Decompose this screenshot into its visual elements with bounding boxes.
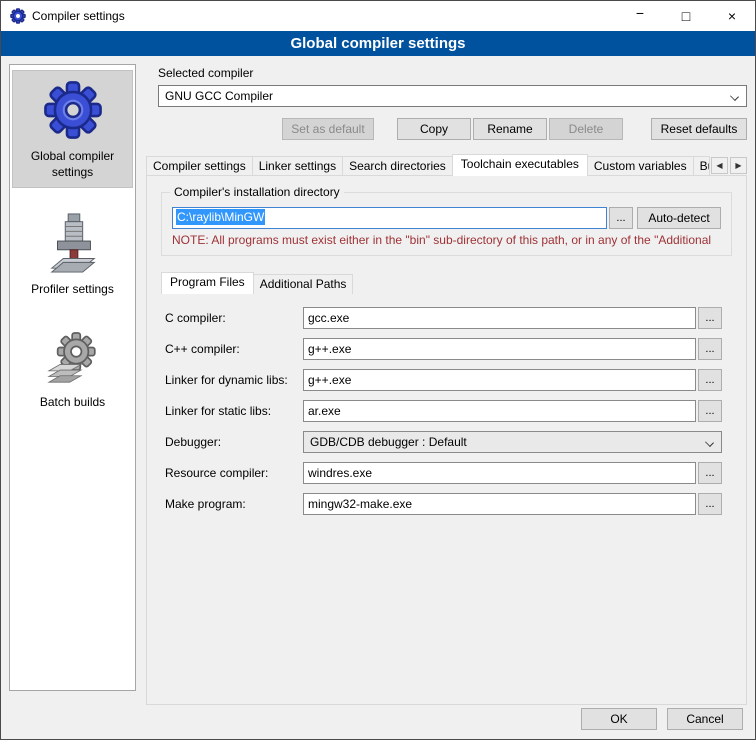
c-compiler-input[interactable]: [303, 307, 696, 329]
subtab-program-files[interactable]: Program Files: [161, 272, 254, 294]
chevron-down-icon: [705, 438, 714, 447]
field-row-debugger: Debugger: GDB/CDB debugger : Default: [165, 431, 722, 453]
sidebar-item-label: Batch builds: [40, 395, 105, 411]
tab-custom-variables[interactable]: Custom variables: [587, 156, 694, 176]
sidebar-item-profiler-settings[interactable]: Profiler settings: [12, 204, 133, 305]
sidebar-item-batch-builds[interactable]: Batch builds: [12, 321, 133, 418]
field-row-linker-static: Linker for static libs: ...: [165, 400, 722, 422]
close-button[interactable]: ×: [709, 1, 755, 31]
field-row-cpp-compiler: C++ compiler: ...: [165, 338, 722, 360]
sidebar-item-label: Global compiler settings: [15, 149, 130, 180]
field-label: C++ compiler:: [165, 342, 303, 356]
browse-button[interactable]: ...: [698, 493, 722, 515]
browse-button[interactable]: ...: [698, 338, 722, 360]
blue-gear-icon: [42, 79, 104, 141]
maximize-button[interactable]: □: [663, 1, 709, 31]
field-label: Linker for static libs:: [165, 404, 303, 418]
tab-toolchain-executables[interactable]: Toolchain executables: [452, 154, 588, 176]
resource-compiler-input[interactable]: [303, 462, 696, 484]
reset-defaults-button[interactable]: Reset defaults: [651, 118, 747, 140]
cancel-button[interactable]: Cancel: [667, 708, 743, 730]
subtab-additional-paths[interactable]: Additional Paths: [253, 274, 354, 294]
field-row-linker-dynamic: Linker for dynamic libs: ...: [165, 369, 722, 391]
set-as-default-button[interactable]: Set as default: [282, 118, 374, 140]
linker-dynamic-input[interactable]: [303, 369, 696, 391]
toolchain-executables-page: Compiler's installation directory C:\ray…: [146, 175, 747, 705]
note-text: NOTE: All programs must exist either in …: [172, 233, 721, 247]
app-icon: [10, 8, 26, 24]
sidebar-item-global-compiler-settings[interactable]: Global compiler settings: [12, 70, 133, 188]
copy-button[interactable]: Copy: [397, 118, 471, 140]
selected-compiler-select[interactable]: GNU GCC Compiler: [158, 85, 747, 107]
debugger-value: GDB/CDB debugger : Default: [310, 435, 467, 449]
make-program-input[interactable]: [303, 493, 696, 515]
installation-directory-group: Compiler's installation directory C:\ray…: [161, 192, 732, 256]
field-label: Make program:: [165, 497, 303, 511]
minimize-button[interactable]: −: [617, 1, 663, 31]
tab-search-directories[interactable]: Search directories: [342, 156, 453, 176]
installation-directory-input[interactable]: C:\raylib\MinGW: [172, 207, 607, 229]
tab-linker-settings[interactable]: Linker settings: [252, 156, 343, 176]
field-label: Linker for dynamic libs:: [165, 373, 303, 387]
selected-text: C:\raylib\MinGW: [176, 209, 265, 225]
browse-button[interactable]: ...: [698, 400, 722, 422]
field-label: C compiler:: [165, 311, 303, 325]
sidebar-item-label: Profiler settings: [31, 282, 114, 298]
browse-button[interactable]: ...: [698, 307, 722, 329]
tab-build-options[interactable]: Build options: [693, 156, 710, 176]
gray-gear-stack-icon: [44, 329, 102, 387]
field-row-c-compiler: C compiler: ...: [165, 307, 722, 329]
window-title: Compiler settings: [32, 9, 125, 23]
chevron-down-icon: [730, 92, 739, 101]
browse-directory-button[interactable]: ...: [609, 207, 633, 229]
field-row-make-program: Make program: ...: [165, 493, 722, 515]
compiler-tabs: Compiler settings Linker settings Search…: [146, 154, 747, 176]
field-label: Resource compiler:: [165, 466, 303, 480]
tab-scroll-right-button[interactable]: ▶: [730, 157, 747, 174]
dialog-body: Global compiler settings Profiler settin…: [1, 56, 755, 739]
field-label: Debugger:: [165, 435, 303, 449]
cpp-compiler-input[interactable]: [303, 338, 696, 360]
dialog-footer: OK Cancel: [581, 708, 743, 730]
browse-button[interactable]: ...: [698, 462, 722, 484]
main-area: Selected compiler GNU GCC Compiler Set a…: [146, 64, 747, 739]
ok-button[interactable]: OK: [581, 708, 657, 730]
program-files-page: C compiler: ... C++ compiler: ... Linker…: [157, 294, 736, 515]
selected-compiler-value: GNU GCC Compiler: [165, 89, 273, 103]
titlebar: Compiler settings − □ ×: [1, 1, 755, 31]
delete-button[interactable]: Delete: [549, 118, 623, 140]
profiler-tool-icon: [42, 212, 104, 274]
compiler-settings-window: { "colors": { "banner_bg": "#00519E", "n…: [0, 0, 756, 740]
program-tabs: Program Files Additional Paths: [161, 272, 736, 294]
tab-scroll-left-button[interactable]: ◀: [711, 157, 728, 174]
field-row-resource-compiler: Resource compiler: ...: [165, 462, 722, 484]
selected-compiler-label: Selected compiler: [158, 66, 747, 80]
linker-static-input[interactable]: [303, 400, 696, 422]
compiler-actions: Set as default Copy Rename Delete Reset …: [146, 118, 747, 140]
auto-detect-button[interactable]: Auto-detect: [637, 207, 721, 229]
browse-button[interactable]: ...: [698, 369, 722, 391]
debugger-select[interactable]: GDB/CDB debugger : Default: [303, 431, 722, 453]
rename-button[interactable]: Rename: [473, 118, 547, 140]
settings-category-list: Global compiler settings Profiler settin…: [9, 64, 136, 691]
group-title: Compiler's installation directory: [170, 185, 344, 199]
dialog-banner: Global compiler settings: [1, 31, 755, 56]
tab-compiler-settings[interactable]: Compiler settings: [146, 156, 253, 176]
